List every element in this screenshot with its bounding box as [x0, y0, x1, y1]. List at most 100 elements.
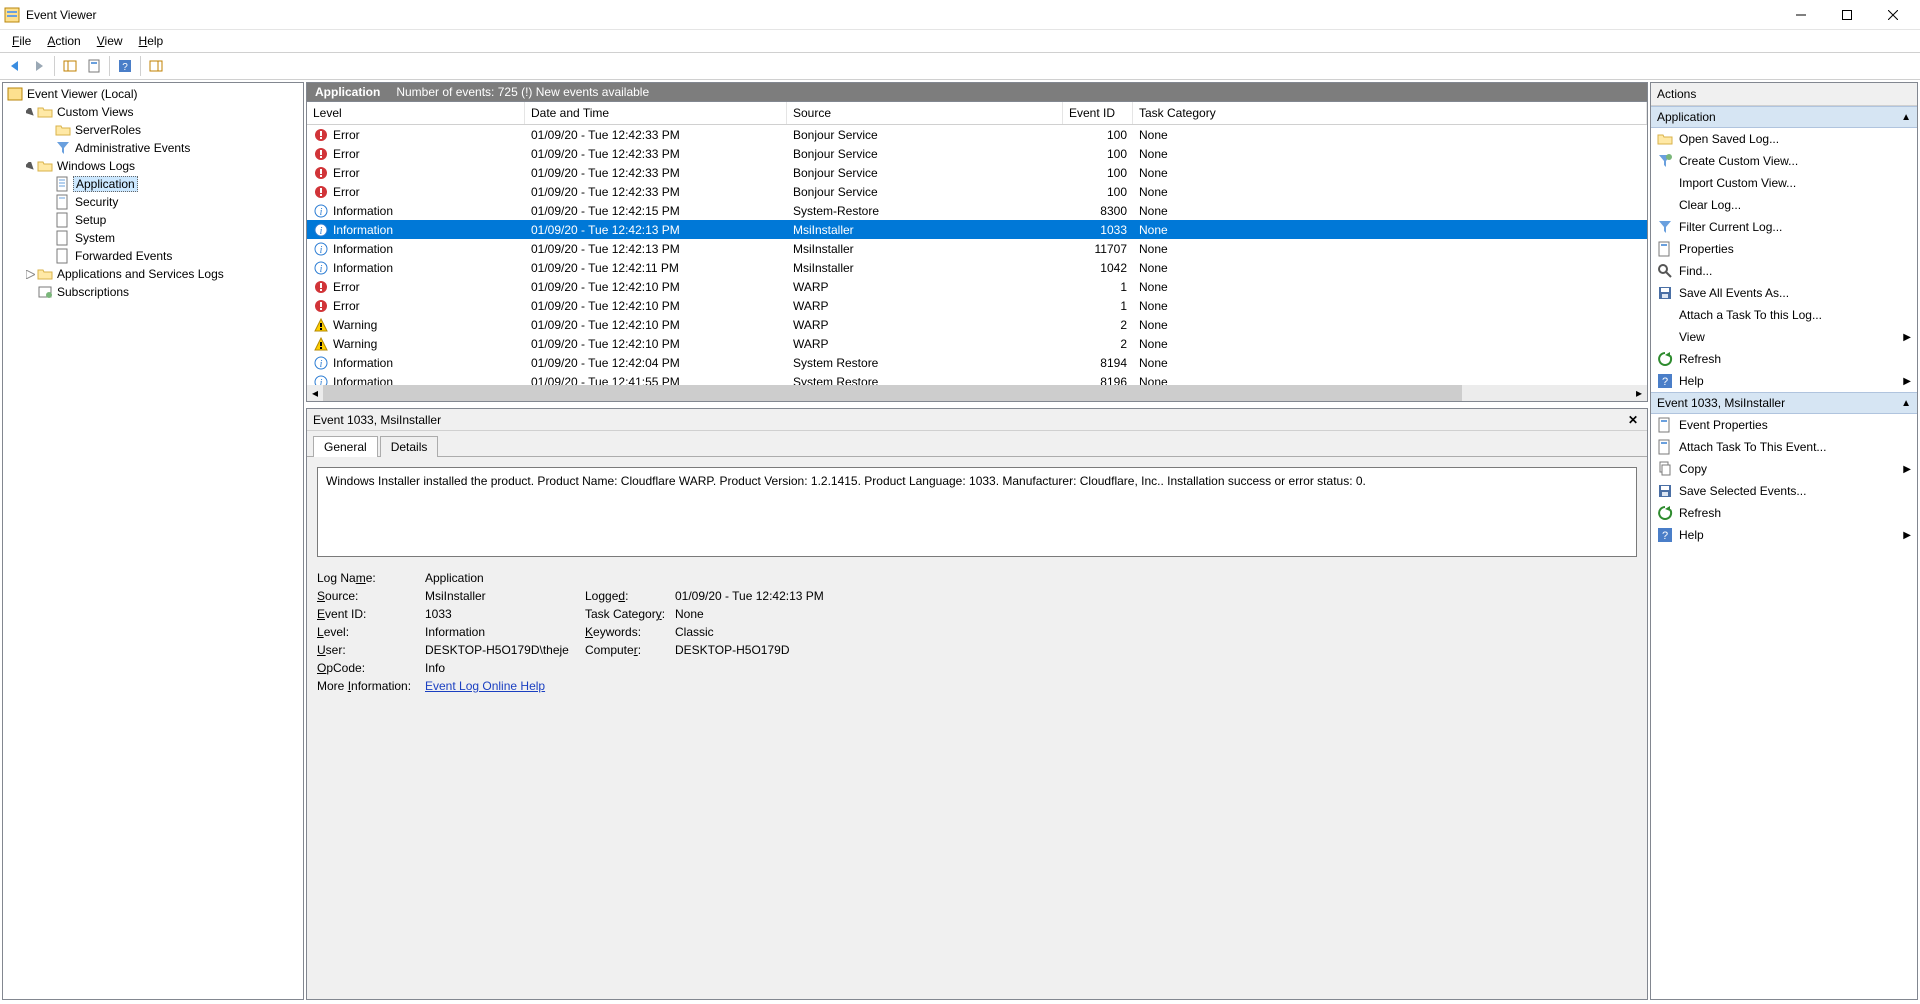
actions-section-event[interactable]: Event 1033, MsiInstaller ▲ — [1651, 392, 1917, 414]
log-icon — [55, 230, 71, 246]
collapse-icon[interactable] — [23, 105, 37, 119]
toolbar-separator — [109, 56, 110, 76]
action-save-all-events-as[interactable]: Save All Events As... — [1651, 282, 1917, 304]
help-button[interactable]: ? — [114, 55, 136, 77]
tree-custom-views[interactable]: Custom Views — [5, 103, 301, 121]
col-date[interactable]: Date and Time — [525, 102, 787, 124]
table-row[interactable]: Error01/09/20 - Tue 12:42:33 PMBonjour S… — [307, 125, 1647, 144]
table-row[interactable]: iInformation01/09/20 - Tue 12:42:13 PMMs… — [307, 239, 1647, 258]
action-view[interactable]: View▶ — [1651, 326, 1917, 348]
table-row[interactable]: Warning01/09/20 - Tue 12:42:10 PMWARP2No… — [307, 315, 1647, 334]
menu-file[interactable]: File — [4, 32, 39, 50]
show-actions-button[interactable] — [145, 55, 167, 77]
tree-server-roles[interactable]: ServerRoles — [5, 121, 301, 139]
table-row[interactable]: Error01/09/20 - Tue 12:42:33 PMBonjour S… — [307, 182, 1647, 201]
tree-admin-events[interactable]: Administrative Events — [5, 139, 301, 157]
action-refresh[interactable]: Refresh — [1651, 348, 1917, 370]
action-properties[interactable]: Properties — [1651, 238, 1917, 260]
tree-forwarded[interactable]: Forwarded Events — [5, 247, 301, 265]
table-row[interactable]: Error01/09/20 - Tue 12:42:10 PMWARP1None — [307, 277, 1647, 296]
col-event-id[interactable]: Event ID — [1063, 102, 1133, 124]
minimize-button[interactable] — [1778, 0, 1824, 30]
table-row[interactable]: Error01/09/20 - Tue 12:42:33 PMBonjour S… — [307, 163, 1647, 182]
value-computer: DESKTOP-H5O179D — [675, 643, 1637, 657]
action-filter-current-log[interactable]: Filter Current Log... — [1651, 216, 1917, 238]
tree-application[interactable]: Application — [5, 175, 301, 193]
horizontal-scrollbar[interactable]: ◂ ▸ — [307, 385, 1647, 401]
label-computer: Computer: — [585, 643, 675, 657]
info-icon: i — [313, 203, 329, 219]
svg-text:i: i — [320, 359, 323, 370]
table-row[interactable]: iInformation01/09/20 - Tue 12:42:15 PMSy… — [307, 201, 1647, 220]
value-user: DESKTOP-H5O179D\theje — [425, 643, 585, 657]
tree-root[interactable]: Event Viewer (Local) — [5, 85, 301, 103]
detail-message[interactable]: Windows Installer installed the product.… — [317, 467, 1637, 557]
forward-button[interactable] — [28, 55, 50, 77]
back-button[interactable] — [4, 55, 26, 77]
value-keywords: Classic — [675, 625, 1637, 639]
label-source: Source: — [317, 589, 425, 603]
detail-close-button[interactable]: ✕ — [1625, 412, 1641, 428]
expand-icon[interactable] — [23, 267, 37, 281]
action-create-custom-view[interactable]: Create Custom View... — [1651, 150, 1917, 172]
maximize-button[interactable] — [1824, 0, 1870, 30]
collapse-icon[interactable] — [23, 159, 37, 173]
properties-button[interactable] — [83, 55, 105, 77]
value-opcode: Info — [425, 661, 1637, 675]
close-button[interactable] — [1870, 0, 1916, 30]
props-icon — [1657, 439, 1673, 455]
table-row[interactable]: iInformation01/09/20 - Tue 12:42:04 PMSy… — [307, 353, 1647, 372]
col-source[interactable]: Source — [787, 102, 1063, 124]
props-icon — [1657, 241, 1673, 257]
tree-security[interactable]: Security — [5, 193, 301, 211]
action-attach-task-to-this-event[interactable]: Attach Task To This Event... — [1651, 436, 1917, 458]
menu-action[interactable]: Action — [39, 32, 88, 50]
tree-apps-services[interactable]: Applications and Services Logs — [5, 265, 301, 283]
action-open-saved-log[interactable]: Open Saved Log... — [1651, 128, 1917, 150]
show-tree-button[interactable] — [59, 55, 81, 77]
link-online-help[interactable]: Event Log Online Help — [425, 679, 545, 693]
menu-view[interactable]: View — [89, 32, 131, 50]
table-row[interactable]: iInformation01/09/20 - Tue 12:41:55 PMSy… — [307, 372, 1647, 385]
tree-subscriptions[interactable]: Subscriptions — [5, 283, 301, 301]
action-import-custom-view[interactable]: Import Custom View... — [1651, 172, 1917, 194]
col-level[interactable]: Level — [307, 102, 525, 124]
label-task-category: Task Category: — [585, 607, 675, 621]
tree-system[interactable]: System — [5, 229, 301, 247]
action-event-properties[interactable]: Event Properties — [1651, 414, 1917, 436]
window-title: Event Viewer — [26, 8, 1778, 22]
tab-details[interactable]: Details — [380, 436, 439, 457]
tree-windows-logs[interactable]: Windows Logs — [5, 157, 301, 175]
action-clear-log[interactable]: Clear Log... — [1651, 194, 1917, 216]
subscriptions-icon — [37, 284, 53, 300]
action-help[interactable]: ?Help▶ — [1651, 370, 1917, 392]
tree-pane[interactable]: Event Viewer (Local) Custom Views Server… — [2, 82, 304, 1000]
grid-body[interactable]: Error01/09/20 - Tue 12:42:33 PMBonjour S… — [307, 125, 1647, 385]
table-row[interactable]: Warning01/09/20 - Tue 12:42:10 PMWARP2No… — [307, 334, 1647, 353]
table-row[interactable]: Error01/09/20 - Tue 12:42:10 PMWARP1None — [307, 296, 1647, 315]
funnel-icon — [55, 140, 71, 156]
table-row[interactable]: Error01/09/20 - Tue 12:42:33 PMBonjour S… — [307, 144, 1647, 163]
table-row[interactable]: iInformation01/09/20 - Tue 12:42:11 PMMs… — [307, 258, 1647, 277]
action-copy[interactable]: Copy▶ — [1651, 458, 1917, 480]
action-find[interactable]: Find... — [1651, 260, 1917, 282]
col-category[interactable]: Task Category — [1133, 102, 1647, 124]
table-row[interactable]: iInformation01/09/20 - Tue 12:42:13 PMMs… — [307, 220, 1647, 239]
action-help[interactable]: ?Help▶ — [1651, 524, 1917, 546]
value-level: Information — [425, 625, 585, 639]
error-icon — [313, 298, 329, 314]
info-icon: i — [313, 374, 329, 386]
funnel-icon — [1657, 219, 1673, 235]
grid-header[interactable]: Level Date and Time Source Event ID Task… — [307, 102, 1647, 125]
action-refresh[interactable]: Refresh — [1651, 502, 1917, 524]
tab-general[interactable]: General — [313, 436, 378, 457]
action-save-selected-events[interactable]: Save Selected Events... — [1651, 480, 1917, 502]
tree-setup[interactable]: Setup — [5, 211, 301, 229]
refresh-icon — [1657, 351, 1673, 367]
event-grid[interactable]: Level Date and Time Source Event ID Task… — [306, 102, 1648, 402]
log-icon — [55, 176, 71, 192]
action-attach-a-task-to-this-log[interactable]: Attach a Task To this Log... — [1651, 304, 1917, 326]
log-count: Number of events: 725 (!) New events ava… — [388, 85, 657, 99]
actions-section-application[interactable]: Application ▲ — [1651, 106, 1917, 128]
menu-help[interactable]: Help — [131, 32, 172, 50]
